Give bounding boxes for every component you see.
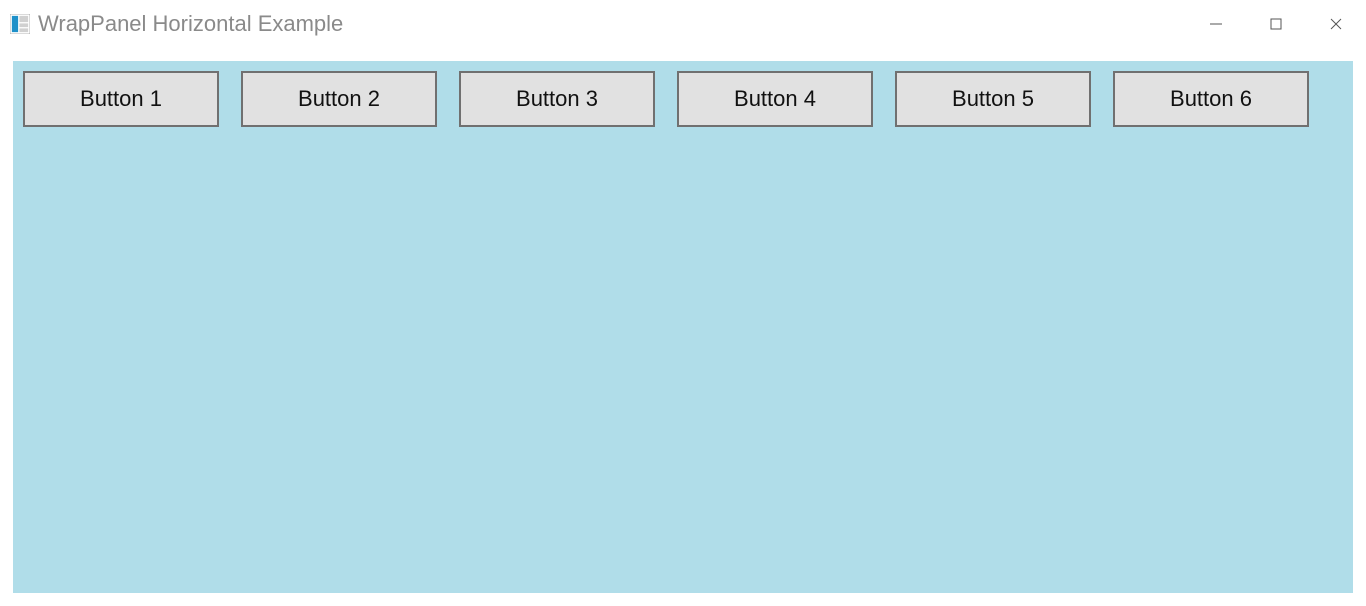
button-label: Button 2 <box>298 86 380 112</box>
button-6[interactable]: Button 6 <box>1113 71 1309 127</box>
minimize-icon <box>1209 17 1223 31</box>
button-label: Button 1 <box>80 86 162 112</box>
maximize-icon <box>1269 17 1283 31</box>
button-1[interactable]: Button 1 <box>23 71 219 127</box>
close-icon <box>1329 17 1343 31</box>
maximize-button[interactable] <box>1246 0 1306 48</box>
button-label: Button 5 <box>952 86 1034 112</box>
button-2[interactable]: Button 2 <box>241 71 437 127</box>
button-4[interactable]: Button 4 <box>677 71 873 127</box>
client-area: Button 1 Button 2 Button 3 Button 4 Butt… <box>13 61 1353 593</box>
titlebar: WrapPanel Horizontal Example <box>0 0 1366 48</box>
window-title: WrapPanel Horizontal Example <box>38 11 343 37</box>
window-controls <box>1186 0 1366 48</box>
button-label: Button 4 <box>734 86 816 112</box>
minimize-button[interactable] <box>1186 0 1246 48</box>
button-label: Button 6 <box>1170 86 1252 112</box>
close-button[interactable] <box>1306 0 1366 48</box>
button-3[interactable]: Button 3 <box>459 71 655 127</box>
wrap-panel: Button 1 Button 2 Button 3 Button 4 Butt… <box>23 71 1343 127</box>
titlebar-left: WrapPanel Horizontal Example <box>10 11 343 37</box>
button-5[interactable]: Button 5 <box>895 71 1091 127</box>
button-label: Button 3 <box>516 86 598 112</box>
app-icon <box>10 14 30 34</box>
